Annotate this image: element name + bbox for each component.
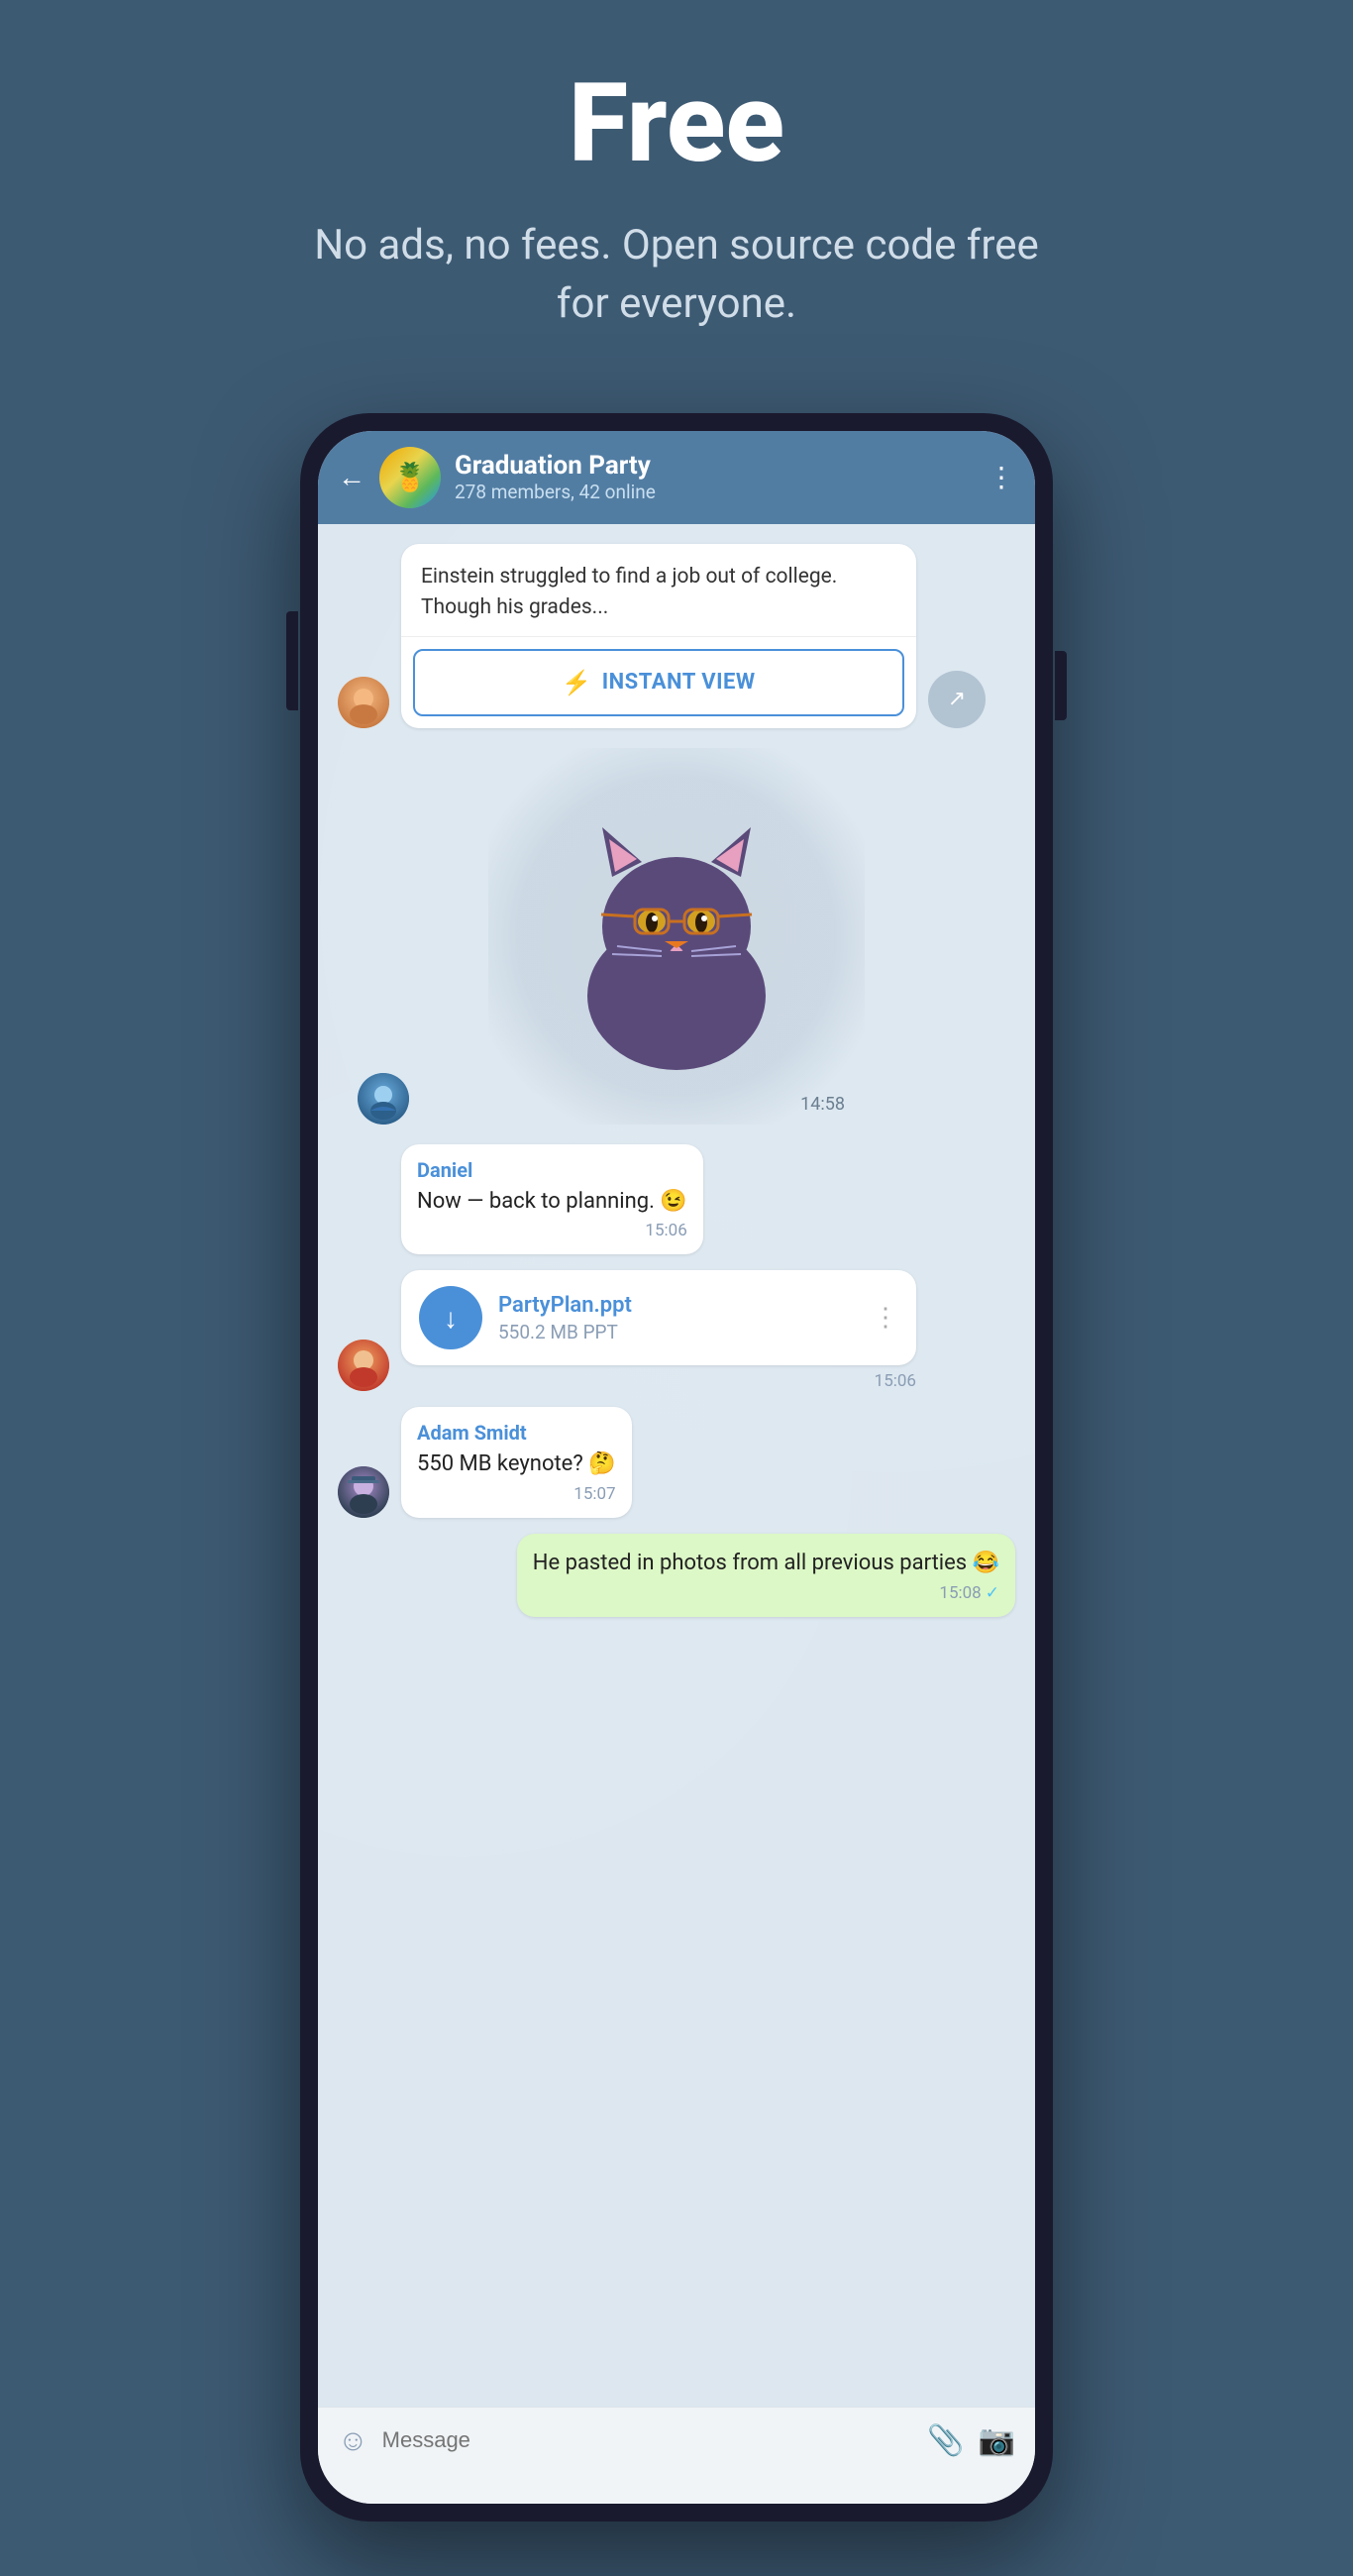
avatar bbox=[338, 1466, 389, 1518]
attach-button[interactable]: 📎 bbox=[927, 2423, 964, 2458]
message-time: 14:58 bbox=[800, 1094, 845, 1115]
message-sender: Adam Smidt bbox=[417, 1421, 616, 1445]
article-preview: Einstein struggled to find a job out of … bbox=[401, 544, 916, 637]
table-row: Daniel Now — back to planning. 😉 15:06 bbox=[338, 1144, 1015, 1255]
avatar bbox=[338, 1340, 389, 1391]
table-row: A = πr² V = l³ s = √(r²+h²) A = πr² + πr… bbox=[338, 748, 1015, 1125]
group-members: 278 members, 42 online bbox=[455, 481, 974, 503]
message-time: 15:08 ✓ bbox=[533, 1583, 999, 1603]
read-check-icon: ✓ bbox=[986, 1583, 999, 1603]
table-row: He pasted in photos from all previous pa… bbox=[338, 1534, 1015, 1617]
phone-frame: ← 🍍 Graduation Party 278 members, 42 onl… bbox=[300, 413, 1053, 2522]
message-text: Now — back to planning. 😉 bbox=[417, 1186, 687, 1218]
avatar bbox=[358, 1073, 409, 1125]
table-row: ↓ PartyPlan.ppt 550.2 MB PPT ⋮ 15:06 bbox=[338, 1270, 1015, 1391]
message-time: 15:07 bbox=[417, 1484, 616, 1504]
group-name: Graduation Party bbox=[455, 451, 974, 481]
camera-button[interactable]: 📷 bbox=[979, 2423, 1015, 2458]
more-options-button[interactable]: ⋮ bbox=[988, 461, 1015, 493]
message-input[interactable] bbox=[382, 2427, 914, 2453]
file-attachment: ↓ PartyPlan.ppt 550.2 MB PPT ⋮ bbox=[401, 1270, 916, 1365]
file-info: PartyPlan.ppt 550.2 MB PPT bbox=[498, 1293, 857, 1343]
file-name: PartyPlan.ppt bbox=[498, 1293, 857, 1318]
message-time: 15:06 bbox=[417, 1221, 687, 1240]
phone-bottom bbox=[318, 2474, 1035, 2504]
file-more-button[interactable]: ⋮ bbox=[873, 1303, 898, 1333]
page-title: Free bbox=[569, 59, 784, 187]
message-bubble: Adam Smidt 550 MB keynote? 🤔 15:07 bbox=[401, 1407, 632, 1518]
chat-header: ← 🍍 Graduation Party 278 members, 42 onl… bbox=[318, 431, 1035, 524]
instant-view-card: Einstein struggled to find a job out of … bbox=[401, 544, 916, 728]
group-info: Graduation Party 278 members, 42 online bbox=[455, 451, 974, 503]
page-subtitle: No ads, no fees. Open source code free f… bbox=[305, 217, 1048, 334]
message-sender: Daniel bbox=[417, 1158, 687, 1182]
table-row: Adam Smidt 550 MB keynote? 🤔 15:07 bbox=[338, 1407, 1015, 1518]
table-row: Einstein struggled to find a job out of … bbox=[338, 544, 1015, 728]
message-bubble: Daniel Now — back to planning. 😉 15:06 bbox=[401, 1144, 703, 1255]
lightning-icon: ⚡ bbox=[562, 669, 591, 697]
phone-screen: ← 🍍 Graduation Party 278 members, 42 onl… bbox=[318, 431, 1035, 2504]
chat-body: Einstein struggled to find a job out of … bbox=[318, 524, 1035, 2407]
sticker-container: A = πr² V = l³ s = √(r²+h²) A = πr² + πr… bbox=[488, 748, 865, 1125]
download-button[interactable]: ↓ bbox=[419, 1286, 482, 1349]
share-button[interactable]: ↗ bbox=[928, 671, 986, 728]
own-message-bubble: He pasted in photos from all previous pa… bbox=[517, 1534, 1015, 1617]
instant-view-button[interactable]: ⚡ INSTANT VIEW bbox=[413, 649, 904, 716]
message-text: He pasted in photos from all previous pa… bbox=[533, 1548, 999, 1579]
group-avatar: 🍍 bbox=[379, 447, 441, 508]
emoji-button[interactable]: ☺ bbox=[338, 2423, 368, 2458]
file-size: 550.2 MB PPT bbox=[498, 1321, 857, 1343]
back-button[interactable]: ← bbox=[338, 461, 365, 493]
avatar bbox=[338, 677, 389, 728]
cat-sticker bbox=[558, 798, 795, 1075]
message-input-bar: ☺ 📎 📷 bbox=[318, 2407, 1035, 2474]
message-text: 550 MB keynote? 🤔 bbox=[417, 1449, 616, 1480]
message-time: 15:06 bbox=[401, 1371, 916, 1391]
